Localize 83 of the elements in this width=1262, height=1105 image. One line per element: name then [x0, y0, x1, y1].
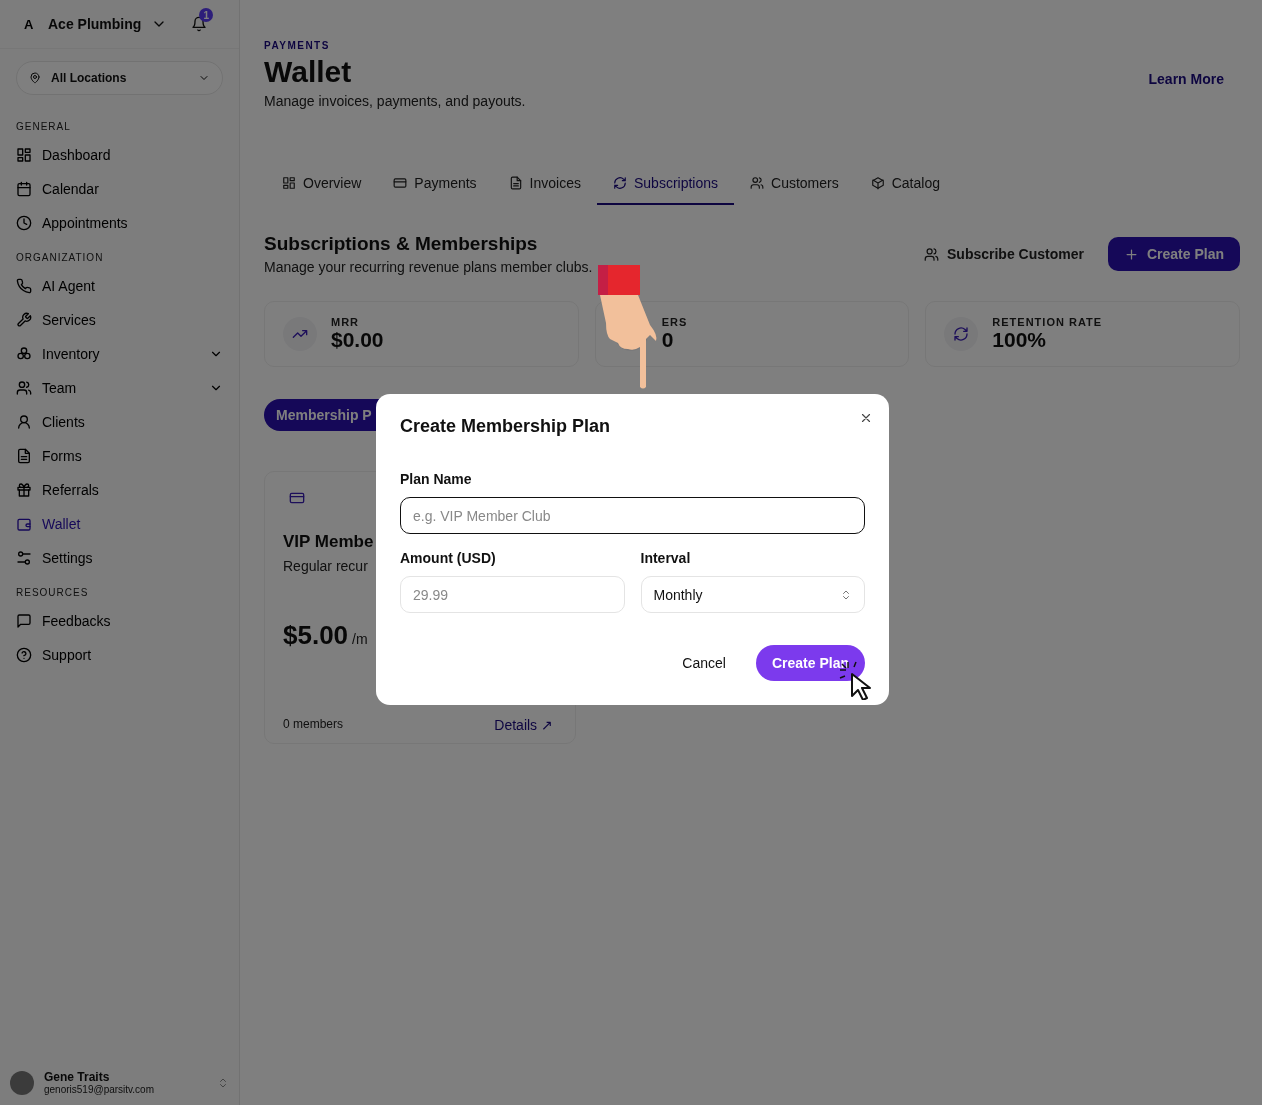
chat-icon [16, 613, 32, 629]
card-icon [393, 176, 408, 190]
nav-item[interactable]: Appointments [14, 206, 225, 240]
section-title: Subscriptions & Memberships [264, 233, 539, 255]
create-plan-submit-button[interactable]: Create Plan [755, 645, 865, 681]
user-menu[interactable]: Gene Traits genoris519@parsitv.com [10, 1070, 229, 1095]
field-label: Interval [640, 550, 692, 566]
stat-label: ERS [661, 316, 688, 328]
org-name[interactable]: Ace Plumbing [48, 16, 142, 32]
notification-count: 1 [199, 8, 214, 22]
grid-icon [16, 147, 32, 163]
page-subtitle: Manage invoices, payments, and payouts. [264, 93, 526, 109]
chevron-updown-icon [217, 1076, 229, 1089]
section-heading: GENERAL [16, 121, 72, 132]
nav-item[interactable]: Team [14, 371, 225, 405]
learn-more-link[interactable]: Learn More [1148, 71, 1224, 109]
nav-item[interactable]: Inventory [14, 337, 225, 371]
input-field[interactable]: e.g. VIP Member Club [400, 497, 865, 534]
section-heading: ORGANIZATION [16, 252, 105, 263]
grid-icon [282, 176, 296, 190]
plan-description: Regular recur [283, 558, 368, 574]
stat-label: MRR [331, 316, 361, 328]
user-email: genoris519@parsitv.com [44, 1084, 155, 1095]
box-icon [870, 176, 885, 190]
location-selector[interactable]: All Locations [16, 61, 223, 95]
team-icon [16, 380, 32, 396]
credit-card-icon [289, 490, 305, 506]
tab[interactable]: Subscriptions [596, 165, 734, 205]
plus-icon [1123, 246, 1139, 262]
user-name: Gene Traits [44, 1070, 111, 1084]
interval-select[interactable]: Monthly [640, 576, 865, 613]
plan-period: /m [352, 631, 368, 647]
nav-item[interactable]: AI Agent [14, 269, 225, 303]
help-icon [16, 647, 32, 663]
phone-icon [16, 278, 32, 294]
nav-item[interactable]: Feedbacks [14, 604, 225, 638]
page-eyebrow: PAYMENTS [264, 40, 330, 51]
refresh-icon [612, 176, 627, 190]
sliders-icon [16, 550, 32, 566]
refresh-icon [953, 326, 970, 342]
stat-value: 100% [992, 328, 1048, 352]
nav-item[interactable]: Referrals [14, 473, 225, 507]
field-label: Amount (USD) [400, 550, 497, 566]
doc-icon [16, 448, 32, 464]
user-avatar [10, 1070, 34, 1095]
nav-item[interactable]: Dashboard [14, 138, 225, 172]
create-plan-button[interactable]: Create Plan [1107, 237, 1240, 271]
nav-item[interactable]: Wallet [14, 507, 225, 541]
nav-item[interactable]: Clients [14, 405, 225, 439]
stat-label: RETENTION RATE [992, 316, 1103, 328]
clock-icon [16, 215, 32, 231]
nav-item[interactable]: Forms [14, 439, 225, 473]
user-icon [16, 414, 32, 430]
wrench-icon [16, 312, 32, 328]
stat-value: $0.00 [331, 328, 384, 352]
nav-item[interactable]: Services [14, 303, 225, 337]
field-label: Plan Name [400, 471, 473, 487]
chevron-updown-icon [840, 588, 852, 601]
location-pin-icon [29, 72, 41, 84]
cal-icon [16, 181, 32, 197]
doc-icon [508, 176, 523, 190]
nav-item[interactable]: Settings [14, 541, 225, 575]
users-icon [924, 246, 939, 262]
team-icon [750, 176, 764, 190]
org-avatar: A [24, 16, 35, 32]
tab[interactable]: Payments [377, 165, 493, 205]
section-subtitle: Manage your recurring revenue plans member clubs. [264, 259, 593, 275]
plan-price: $5.00 [283, 620, 349, 651]
nav-item[interactable]: Calendar [14, 172, 225, 206]
page-title: Wallet [264, 55, 353, 89]
nav-item[interactable]: Support [14, 638, 225, 672]
member-count: 0 members [283, 717, 344, 733]
tab[interactable]: Invoices [492, 165, 597, 205]
section-heading: RESOURCES [16, 587, 90, 598]
gift-icon [16, 482, 32, 498]
tab[interactable]: Catalog [854, 165, 956, 205]
wallet-icon [16, 516, 32, 532]
plan-title: VIP Membe [283, 532, 374, 552]
stat-value: 0 [661, 328, 675, 352]
details-link[interactable]: Details ↗ [494, 717, 553, 733]
tab[interactable]: Overview [266, 165, 378, 205]
cancel-button[interactable]: Cancel [676, 645, 732, 681]
tab[interactable]: Customers [734, 165, 855, 205]
